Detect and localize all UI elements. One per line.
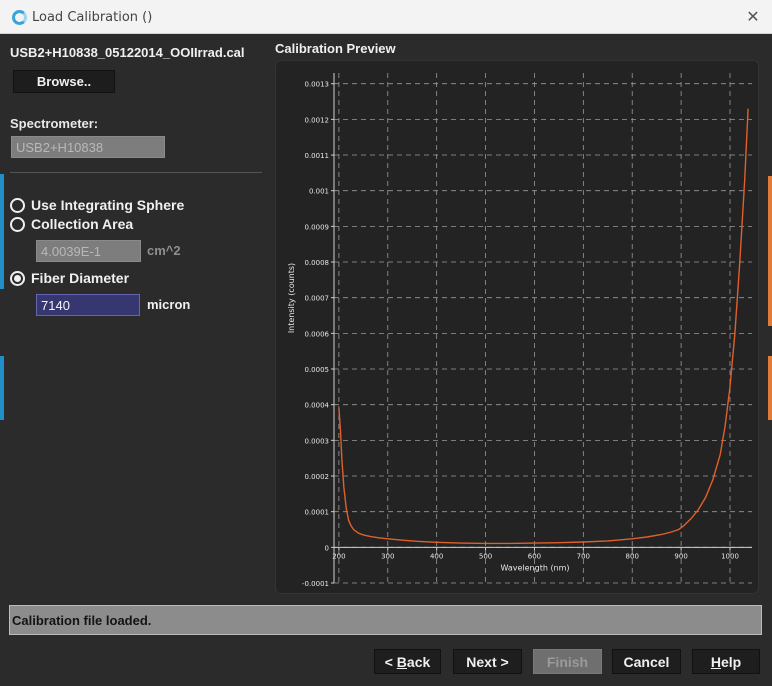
left-edge-stripe	[0, 174, 4, 289]
x-tick-label: 200	[332, 552, 345, 560]
fiber-diameter-input[interactable]: 7140	[36, 294, 140, 316]
back-prefix: <	[385, 654, 397, 670]
y-tick-label: 0.0009	[305, 223, 330, 231]
y-tick-label: -0.0001	[302, 580, 329, 588]
y-tick-label: 0.0002	[305, 473, 330, 481]
x-tick-label: 400	[430, 552, 443, 560]
y-tick-label: 0.0006	[305, 330, 330, 338]
y-tick-label: 0.0008	[305, 259, 330, 267]
spectrometer-field: USB2+H10838	[11, 136, 165, 158]
integrating-sphere-label: Use Integrating Sphere	[31, 197, 184, 213]
fiber-diameter-unit: micron	[147, 297, 190, 312]
help-rest: elp	[721, 654, 741, 670]
x-tick-label: 1000	[721, 552, 739, 560]
option-integrating-sphere[interactable]: Use Integrating Sphere	[10, 196, 184, 214]
x-tick-label: 700	[577, 552, 590, 560]
calibration-chart: -0.0001 0 0.0001 0.0002 0.0003 0.0004 0.0005 0.…	[276, 61, 760, 595]
collection-area-unit: cm^2	[147, 243, 181, 258]
left-edge-stripe-lower	[0, 356, 4, 420]
integrating-sphere-radio[interactable]	[10, 198, 25, 213]
right-edge-stripe	[768, 176, 772, 326]
x-tick-label: 600	[528, 552, 541, 560]
load-calibration-dialog: Load Calibration () ✕ USB2+H10838_051220…	[0, 0, 772, 686]
fiber-diameter-radio[interactable]	[10, 271, 25, 286]
next-button[interactable]: Next >	[453, 649, 522, 674]
close-icon[interactable]: ✕	[744, 8, 762, 26]
calibration-chart-panel: -0.0001 0 0.0001 0.0002 0.0003 0.0004 0.0005 0.…	[275, 60, 759, 594]
y-tick-label: 0.0001	[305, 509, 330, 517]
y-axis-title: Intensity (counts)	[287, 263, 296, 333]
collection-area-label: Collection Area	[31, 216, 133, 232]
app-logo-icon	[12, 10, 27, 25]
x-tick-label: 900	[674, 552, 687, 560]
x-tick-label: 500	[479, 552, 492, 560]
collection-area-radio[interactable]	[10, 217, 25, 232]
back-rest: ack	[407, 654, 430, 670]
collection-area-input[interactable]: 4.0039E-1	[36, 240, 141, 262]
option-fiber-diameter[interactable]: Fiber Diameter	[10, 269, 129, 287]
help-mnemonic: H	[711, 654, 721, 670]
y-tick-label: 0.0003	[305, 437, 330, 445]
y-tick-label: 0.0012	[305, 116, 330, 124]
dialog-body: USB2+H10838_05122014_OOIIrrad.cal Browse…	[0, 34, 772, 686]
back-mnemonic: B	[397, 654, 407, 670]
fiber-diameter-label: Fiber Diameter	[31, 270, 129, 286]
y-tick-label: 0.0013	[305, 81, 330, 89]
cancel-button[interactable]: Cancel	[612, 649, 681, 674]
calibration-curve-line	[339, 109, 748, 544]
title-bar: Load Calibration () ✕	[0, 0, 772, 34]
status-bar: Calibration file loaded.	[9, 605, 762, 635]
x-axis-title: Wavelength (nm)	[500, 563, 569, 572]
spectrometer-label: Spectrometer:	[10, 116, 98, 131]
option-collection-area[interactable]: Collection Area	[10, 215, 133, 233]
y-tick-label: 0.0005	[305, 366, 330, 374]
divider	[10, 172, 262, 173]
x-tick-label: 800	[626, 552, 639, 560]
calibration-preview-title: Calibration Preview	[275, 41, 396, 56]
finish-button: Finish	[533, 649, 602, 674]
calibration-file-name: USB2+H10838_05122014_OOIIrrad.cal	[10, 45, 245, 60]
window-title: Load Calibration ()	[32, 10, 152, 25]
y-tick-label: 0.0004	[305, 402, 330, 410]
right-edge-stripe-lower	[768, 356, 772, 420]
status-text: Calibration file loaded.	[12, 613, 151, 628]
y-tick-label: 0	[325, 544, 329, 552]
browse-button[interactable]: Browse..	[13, 70, 115, 93]
y-tick-label: 0.0011	[305, 152, 330, 160]
back-button[interactable]: < Back	[374, 649, 441, 674]
help-button[interactable]: Help	[692, 649, 760, 674]
y-tick-label: 0.001	[309, 188, 329, 196]
x-tick-label: 300	[381, 552, 394, 560]
y-tick-label: 0.0007	[305, 295, 330, 303]
